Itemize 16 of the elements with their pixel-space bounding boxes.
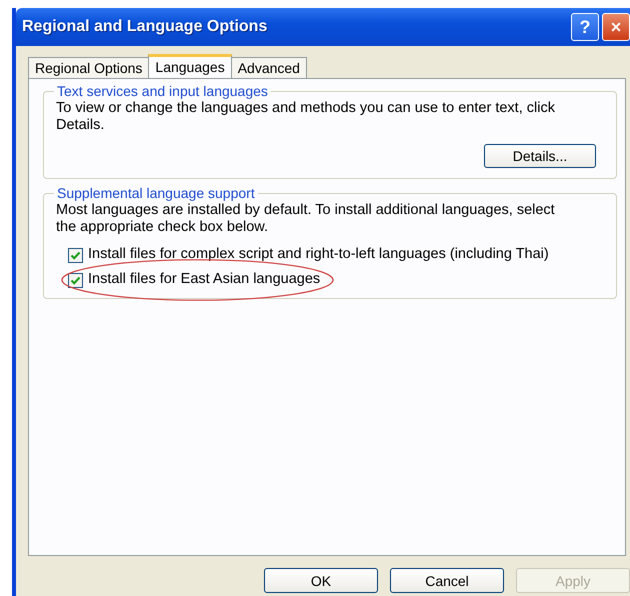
group-title: Supplemental language support — [54, 185, 258, 201]
details-button[interactable]: Details... — [484, 144, 596, 168]
tab[interactable]: Advanced — [230, 57, 307, 78]
dialog-button[interactable]: OK — [264, 568, 378, 593]
tab[interactable]: Languages — [148, 54, 232, 78]
close-button[interactable]: × — [602, 13, 630, 41]
group-title: Text services and input languages — [54, 83, 271, 99]
tab[interactable]: Regional Options — [28, 57, 150, 78]
description-text: Most languages are installed by default. To install additional languages, select the appropriate check box below. — [56, 202, 556, 236]
description-text: To view or change the languages and methods you can use to enter text, click Details. — [56, 100, 556, 134]
window-title: Regional and Language Options — [22, 18, 268, 36]
checkbox-label[interactable]: Install files for complex script and right-to-left languages (including Thai) — [88, 246, 549, 263]
checkbox[interactable] — [68, 273, 83, 288]
checkbox[interactable] — [68, 248, 83, 263]
help-button[interactable]: ? — [571, 13, 599, 41]
dialog-button[interactable]: Cancel — [390, 568, 504, 593]
